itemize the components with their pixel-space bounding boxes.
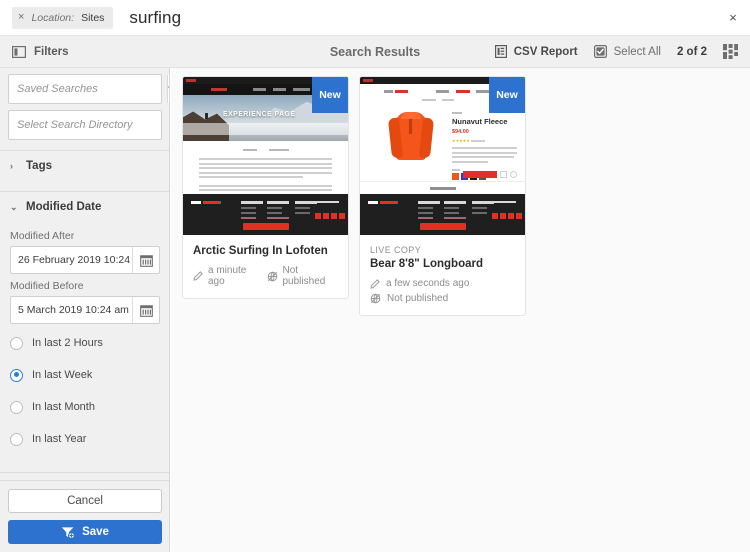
location-filter-chip[interactable]: × Location: Sites — [12, 6, 114, 29]
modified-before-value[interactable]: 5 March 2019 10:24 am — [11, 297, 132, 323]
radio-label: In last 2 Hours — [32, 337, 103, 349]
radio-indicator-selected — [10, 368, 23, 382]
new-badge: New — [312, 77, 348, 113]
radio-in-last-2-hours[interactable]: In last 2 Hours — [10, 330, 160, 356]
results-toolbar: Filters Search Results CSV Report Select… — [0, 36, 750, 68]
card-modified: a minute ago — [193, 265, 261, 287]
not-published-icon — [267, 271, 278, 282]
result-card[interactable]: New Nunavut Fleece $94.00 ★★★★★ LIVE COP… — [359, 76, 526, 316]
search-input[interactable] — [129, 7, 716, 28]
select-all-checkbox-icon — [593, 45, 607, 58]
not-published-icon — [370, 293, 381, 304]
card-title: Arctic Surfing In Lofoten — [193, 245, 328, 257]
thumb-product-name: Nunavut Fleece — [452, 117, 508, 126]
card-publish-status: Not published — [370, 293, 515, 304]
filters-label: Filters — [34, 45, 69, 58]
filters-sidebar: › Tags ⌄ Modified Date Modified After 26… — [0, 68, 170, 552]
results-canvas: New EXPERIENCE PAGE Arctic Surfing In Lo… — [171, 68, 750, 552]
location-chip-value: Sites — [81, 11, 105, 24]
result-count: 2 of 2 — [676, 45, 707, 58]
pencil-icon — [370, 278, 380, 289]
card-title: Bear 8'8" Longboard — [370, 258, 483, 270]
radio-in-last-week[interactable]: In last Week — [10, 362, 160, 388]
thumb-product-price: $94.00 — [452, 129, 469, 135]
save-button[interactable]: Save — [8, 520, 162, 544]
modified-after-field[interactable]: 26 February 2019 10:24 am — [10, 246, 160, 274]
pencil-icon — [193, 271, 203, 281]
saved-searches-input[interactable] — [9, 75, 167, 103]
filters-panel-icon — [12, 45, 26, 58]
saved-searches-field[interactable] — [8, 74, 169, 104]
thumb-hero-text: EXPERIENCE PAGE — [223, 111, 296, 118]
section-tags-label: Tags — [26, 160, 52, 172]
new-badge: New — [489, 77, 525, 113]
filters-scroll-region[interactable]: › Tags ⌄ Modified Date Modified After 26… — [0, 68, 169, 480]
card-body: Arctic Surfing In Lofoten a minute ago N… — [183, 235, 348, 298]
radio-indicator — [10, 432, 23, 446]
save-label: Save — [82, 526, 109, 538]
select-all-label: Select All — [613, 45, 661, 58]
result-card[interactable]: New EXPERIENCE PAGE Arctic Surfing In Lo… — [182, 76, 349, 299]
modified-date-body: Modified After 26 February 2019 10:24 am — [0, 222, 169, 462]
results-card-grid: New EXPERIENCE PAGE Arctic Surfing In Lo… — [182, 76, 750, 316]
livecopy-label: LIVE COPY — [370, 245, 422, 255]
omni-search-bar: × Location: Sites × — [0, 0, 750, 36]
radio-label: In last Week — [32, 369, 93, 381]
grid-view-icon[interactable] — [723, 44, 738, 59]
modified-before-field[interactable]: 5 March 2019 10:24 am — [10, 296, 160, 324]
filter-add-icon — [61, 526, 75, 539]
search-directory-field[interactable] — [8, 110, 167, 140]
modified-after-value[interactable]: 26 February 2019 10:24 am — [11, 247, 132, 273]
radio-indicator — [10, 336, 23, 350]
card-publish-status: Not published — [267, 265, 339, 287]
search-directory-input[interactable] — [9, 111, 167, 139]
modified-before-label: Modified Before — [10, 280, 84, 292]
cancel-label: Cancel — [67, 495, 103, 507]
saved-searches-dropdown-icon[interactable] — [167, 75, 169, 103]
csv-report-icon — [494, 45, 507, 58]
filters-toggle[interactable]: Filters — [12, 46, 69, 58]
section-publish-status[interactable]: › Publish Status — [0, 473, 169, 480]
radio-indicator — [10, 400, 23, 414]
section-tags[interactable]: › Tags — [0, 151, 169, 181]
calendar-icon[interactable] — [132, 247, 159, 273]
card-publish-text: Not published — [387, 293, 449, 304]
csv-report-label: CSV Report — [513, 45, 578, 58]
section-modified-date-label: Modified Date — [26, 201, 102, 213]
radio-label: In last Month — [32, 401, 95, 413]
close-search-icon[interactable]: × — [716, 1, 750, 35]
chevron-right-icon: › — [10, 161, 13, 171]
location-chip-label: Location: — [31, 11, 75, 24]
chevron-down-icon: ⌄ — [10, 201, 18, 212]
radio-in-last-year[interactable]: In last Year — [10, 426, 160, 452]
cancel-button[interactable]: Cancel — [8, 489, 162, 513]
card-modified-text: a few seconds ago — [386, 278, 470, 289]
remove-location-chip-icon[interactable]: × — [18, 12, 24, 23]
section-modified-date[interactable]: ⌄ Modified Date — [0, 192, 169, 222]
card-body: LIVE COPY Bear 8'8" Longboard a few seco… — [360, 235, 525, 315]
select-all-button[interactable]: Select All — [593, 45, 661, 58]
search-results-page: × Location: Sites × Filters Search Resul… — [0, 0, 750, 552]
card-publish-text: Not published — [282, 265, 326, 287]
filters-footer: Cancel Save — [0, 480, 169, 552]
calendar-icon[interactable] — [132, 297, 159, 323]
csv-report-button[interactable]: CSV Report — [494, 45, 578, 58]
card-modified: a few seconds ago — [370, 278, 515, 289]
card-meta: a minute ago Not published — [193, 265, 338, 287]
radio-label: In last Year — [32, 433, 87, 445]
modified-after-label: Modified After — [10, 230, 75, 242]
card-modified-text: a minute ago — [208, 265, 247, 287]
radio-in-last-month[interactable]: In last Month — [10, 394, 160, 420]
